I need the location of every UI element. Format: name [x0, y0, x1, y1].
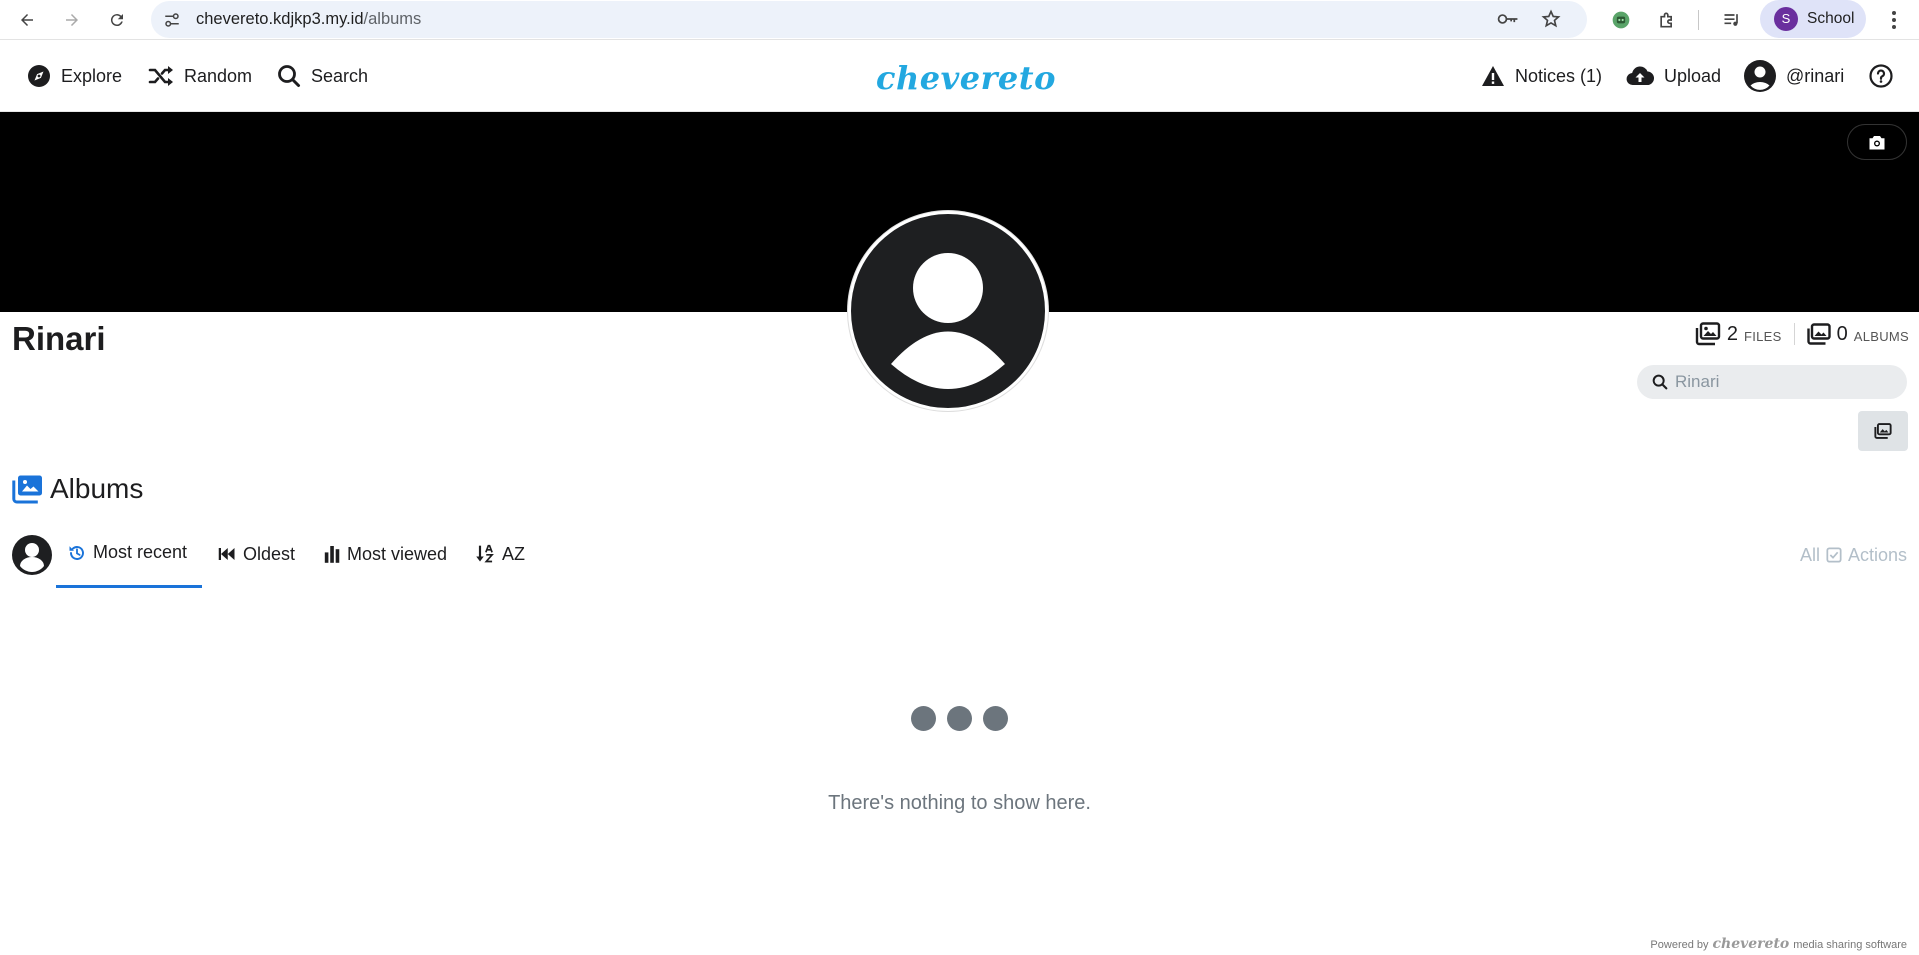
actions-button[interactable]: Actions	[1848, 545, 1907, 566]
profile-name: Rinari	[12, 320, 106, 357]
list-tabs: Most recent Oldest Most viewed AZ All Ac…	[12, 530, 1907, 588]
nav-random[interactable]: Random	[148, 40, 252, 112]
nav-search[interactable]: Search	[277, 40, 368, 112]
empty-state-message: There's nothing to show here.	[828, 792, 1091, 814]
files-count: 2	[1726, 322, 1738, 345]
forward-button[interactable]	[60, 8, 84, 32]
loading-dot	[911, 706, 936, 731]
view-images-button[interactable]	[1858, 411, 1908, 451]
tab-az[interactable]: AZ	[475, 530, 525, 588]
reload-button[interactable]	[105, 8, 129, 32]
albums-icon	[12, 475, 42, 504]
arrow-right-icon	[66, 14, 78, 26]
albums-count: 0	[1836, 322, 1848, 345]
bar-chart-icon	[324, 546, 340, 563]
browser-toolbar: chevereto.kdjkp3.my.id/albums S School	[0, 0, 1919, 40]
images-icon	[1695, 322, 1721, 346]
owner-avatar[interactable]	[12, 535, 52, 575]
nav-upload[interactable]: Upload	[1626, 40, 1721, 112]
tab-az-label: AZ	[502, 543, 526, 564]
camera-icon	[1869, 136, 1885, 150]
more-vertical-icon	[1892, 11, 1896, 29]
footer-brand-link[interactable]: chevereto	[1713, 936, 1790, 952]
help-button[interactable]	[1869, 40, 1893, 112]
robot-icon	[1612, 11, 1630, 29]
shuffle-icon	[148, 66, 173, 86]
tab-oldest-label: Oldest	[243, 543, 296, 564]
loading-dot	[983, 706, 1008, 731]
help-icon	[1869, 64, 1893, 88]
tab-oldest[interactable]: Oldest	[218, 530, 295, 588]
site-settings-icon	[165, 13, 179, 27]
puzzle-icon	[1660, 12, 1672, 28]
files-stat[interactable]: 2 FILES	[1695, 322, 1782, 346]
tab-most-viewed-label: Most viewed	[347, 543, 448, 564]
backward-icon	[218, 548, 235, 560]
nav-explore[interactable]: Explore	[27, 40, 122, 112]
arrow-left-icon	[21, 14, 33, 26]
history-icon	[69, 545, 84, 560]
profile-avatar: S	[1774, 7, 1798, 31]
nav-random-label: Random	[184, 65, 253, 86]
loading-indicator	[911, 706, 1008, 731]
footer-suffix: media sharing software	[1793, 939, 1907, 951]
url-text: chevereto.kdjkp3.my.id/albums	[196, 10, 422, 28]
user-avatar-icon	[20, 543, 44, 572]
albums-label: ALBUMS	[1853, 328, 1909, 344]
back-button[interactable]	[15, 8, 39, 32]
change-cover-button[interactable]	[1847, 124, 1907, 160]
nav-notices[interactable]: Notices (1)	[1481, 40, 1602, 112]
address-bar[interactable]: chevereto.kdjkp3.my.id/albums	[151, 1, 1587, 38]
profile-stats: 2 FILES 0 ALBUMS	[1695, 322, 1909, 346]
extensions-button[interactable]	[1655, 8, 1679, 32]
site-header: Explore Random Search chevereto Notices …	[0, 40, 1919, 112]
list-actions: All Actions	[1800, 530, 1907, 580]
default-user-icon	[891, 253, 1005, 389]
key-icon	[1497, 14, 1518, 24]
checkbox-icon	[1826, 547, 1842, 563]
toolbar-divider	[1698, 10, 1699, 30]
nav-user-label: @rinari	[1786, 65, 1845, 86]
albums-stat[interactable]: 0 ALBUMS	[1806, 322, 1909, 346]
tab-most-viewed[interactable]: Most viewed	[324, 530, 447, 588]
stats-divider	[1793, 323, 1795, 345]
section-title: Albums	[50, 473, 144, 504]
search-icon	[278, 65, 300, 87]
select-all-button[interactable]: All	[1800, 545, 1820, 566]
footer-credit: Powered by chevereto media sharing softw…	[1650, 936, 1907, 952]
profile-search-input[interactable]	[1675, 369, 1895, 395]
profile-avatar[interactable]	[848, 211, 1048, 411]
nav-explore-label: Explore	[61, 65, 123, 86]
album-icon	[1806, 323, 1831, 345]
section-header: Albums	[12, 473, 143, 505]
nav-search-label: Search	[311, 65, 369, 86]
search-icon	[1652, 374, 1668, 390]
loading-dot	[947, 706, 972, 731]
nav-notices-label: Notices (1)	[1515, 65, 1603, 86]
reload-icon	[110, 14, 123, 27]
sort-az-icon	[476, 544, 494, 563]
extension-robot-button[interactable]	[1609, 8, 1633, 32]
footer-prefix: Powered by	[1650, 939, 1709, 951]
nav-user-menu[interactable]: @rinari	[1744, 40, 1844, 112]
nav-upload-label: Upload	[1664, 65, 1722, 86]
profile-search-box	[1637, 365, 1907, 399]
tab-most-recent-label: Most recent	[93, 542, 188, 562]
user-avatar-icon	[1744, 60, 1776, 92]
tab-most-recent[interactable]: Most recent	[56, 530, 202, 588]
profile-label: School	[1807, 10, 1855, 27]
profile-button[interactable]: S School	[1760, 0, 1866, 38]
site-logo[interactable]: chevereto	[876, 59, 1056, 97]
warning-icon	[1482, 66, 1504, 86]
cloud-upload-icon	[1626, 66, 1654, 86]
files-label: FILES	[1743, 328, 1782, 344]
playlist-icon	[1724, 14, 1738, 26]
compass-icon	[28, 65, 50, 87]
images-icon	[1874, 423, 1892, 439]
media-controls-button[interactable]	[1720, 8, 1744, 32]
browser-menu-button[interactable]	[1882, 8, 1906, 32]
star-icon	[1541, 9, 1561, 28]
